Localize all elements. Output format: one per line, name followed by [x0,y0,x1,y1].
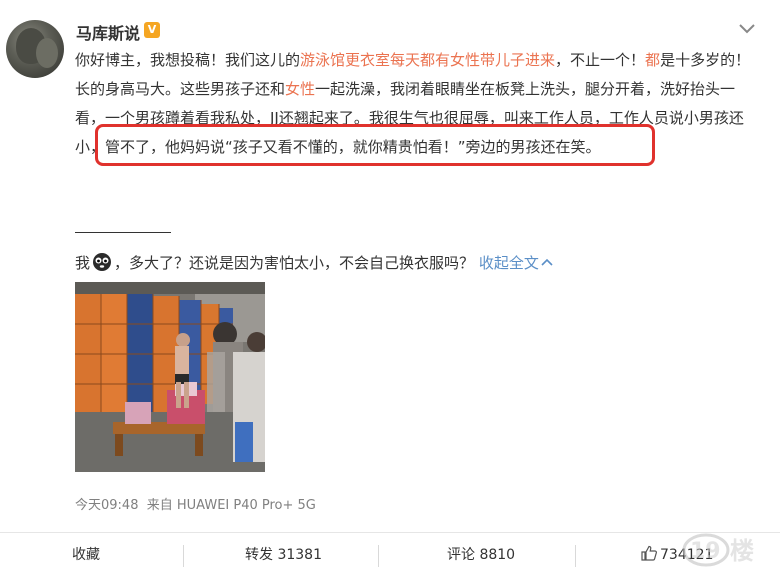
post-time[interactable]: 今天09:48 [75,498,138,513]
highlight-link[interactable]: 都 [645,51,660,69]
black-face-emoji-icon [93,253,112,271]
quote-divider [75,232,171,233]
avatar-tree-shape [36,38,58,68]
avatar[interactable] [6,20,64,78]
repost-button[interactable]: 转发 31381 [245,533,322,577]
collapse-label: 收起全文 [478,254,539,272]
post-text-segment: 你好博主，我想投稿！我们这儿的 [75,51,301,69]
action-separator [183,545,184,567]
highlight-link[interactable]: 女性 [285,80,315,98]
post-source: 来自 HUAWEI P40 Pro+ 5G [146,498,316,513]
post-image[interactable] [75,282,265,472]
collapse-full-text-link[interactable]: 收起全文 [479,254,553,272]
highlight-link[interactable]: 游泳馆更衣室每天都有女性带儿子进来 [300,51,555,69]
author-name[interactable]: 马库斯说 [76,20,140,44]
verified-badge-icon: V [144,22,160,38]
action-bar: 收藏 转发 31381 评论 8810 734121 [0,532,780,577]
thumbs-up-icon [641,545,657,561]
annotation-box [95,124,655,166]
svg-text:19: 19 [690,539,721,564]
post-text-segment: ，不止一个！ [555,51,646,69]
site-watermark-logo: 19 楼 [682,533,754,567]
reply-prefix: 我 [75,254,91,272]
chevron-up-icon [541,258,553,266]
action-separator [378,545,379,567]
post-meta: 今天09:48 来自 HUAWEI P40 Pro+ 5G [75,494,316,513]
comment-button[interactable]: 评论 8810 [447,533,515,577]
reply-line: 我 ，多大了？还说是因为害怕太小，不会自己换衣服吗？ 收起全文 [75,252,553,273]
reply-text: ，多大了？还说是因为害怕太小，不会自己换衣服吗？ [114,254,475,272]
action-separator [575,545,576,567]
chevron-down-icon[interactable] [738,22,756,36]
favorite-button[interactable]: 收藏 [72,533,100,577]
locker-room-photo [75,282,265,472]
svg-text:楼: 楼 [730,537,754,565]
